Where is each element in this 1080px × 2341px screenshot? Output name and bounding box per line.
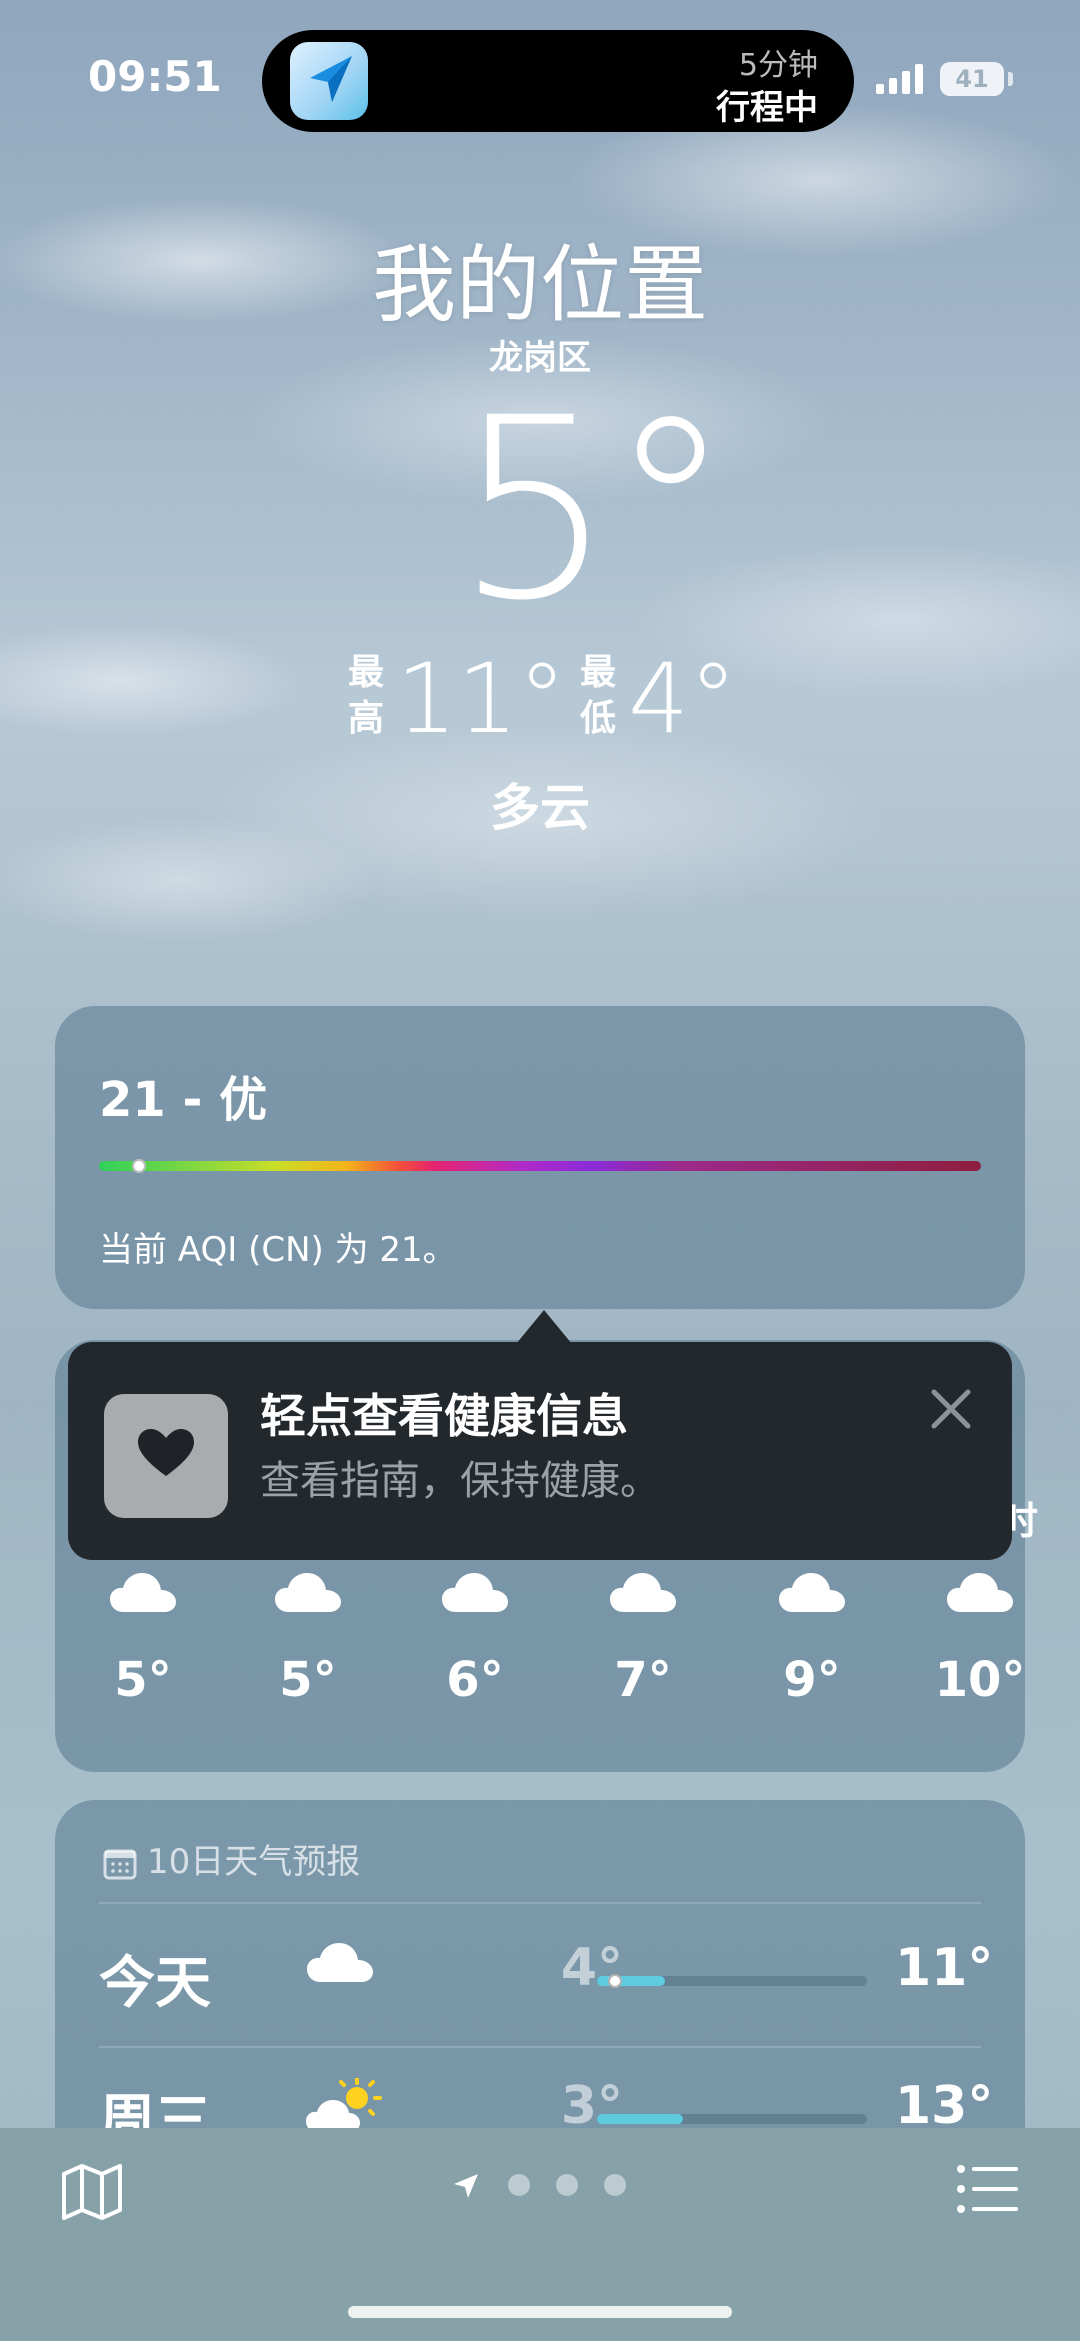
cloud-icon — [442, 1573, 508, 1612]
hourly-item: 5° — [83, 1570, 203, 1708]
navigation-app-icon — [290, 42, 368, 120]
dynamic-island[interactable]: 5分钟 行程中 — [262, 30, 854, 132]
bottom-toolbar — [0, 2128, 1080, 2341]
battery-tip — [1008, 72, 1013, 86]
heart-icon — [138, 1429, 194, 1476]
page-dot[interactable] — [556, 2174, 578, 2196]
hourly-temp: 7° — [614, 1652, 672, 1708]
cloud-icon — [610, 1573, 676, 1612]
current-temp-dot — [607, 1974, 622, 1988]
current-temperature: 5° — [455, 364, 733, 655]
status-time: 09:51 — [88, 52, 222, 101]
hourly-item: 9° — [752, 1570, 872, 1708]
day-icon-wrap — [305, 1940, 375, 1988]
cloud-icon — [307, 1943, 373, 1982]
day-name: 今天 — [99, 1951, 211, 2016]
map-icon[interactable] — [60, 2160, 124, 2224]
ten-day-header: 10日天气预报 — [103, 1834, 360, 1883]
hourly-temp: 9° — [783, 1652, 841, 1708]
day-high: 13° — [895, 2076, 994, 2136]
low-value: 4° — [628, 643, 738, 755]
cloud-icon — [779, 1573, 845, 1612]
battery-level: 41 — [955, 65, 989, 93]
hourly-temp: 10° — [934, 1652, 1026, 1708]
tooltip-title: 轻点查看健康信息 — [260, 1389, 628, 1443]
sun-cloud-icon — [306, 2077, 382, 2132]
cellular-signal-icon — [876, 64, 923, 94]
hourly-temp: 6° — [446, 1652, 504, 1708]
page-dot[interactable] — [604, 2174, 626, 2196]
tooltip-subtitle: 查看指南，保持健康。 — [260, 1458, 660, 1504]
high-label: 最高 — [348, 652, 385, 739]
ten-day-title: 10日天气预报 — [147, 1842, 361, 1882]
hourly-item: 10° — [920, 1570, 1040, 1708]
trip-eta: 5分钟 — [738, 48, 818, 83]
tooltip-arrow — [516, 1310, 572, 1344]
temp-range-bar — [597, 1974, 867, 1988]
list-icon[interactable] — [956, 2164, 1018, 2214]
day-low: 3° — [560, 2076, 623, 2136]
aqi-indicator-dot — [131, 1159, 146, 1173]
aqi-description: 当前 AQI (CN) 为 21。 — [99, 1230, 457, 1270]
calendar-icon — [103, 1849, 137, 1879]
hourly-item: 5° — [248, 1570, 368, 1708]
hourly-temp: 5° — [114, 1652, 172, 1708]
hourly-temp: 5° — [279, 1652, 337, 1708]
home-indicator[interactable] — [348, 2306, 732, 2318]
weather-condition: 多云 — [490, 779, 590, 837]
cloud-icon — [275, 1573, 341, 1612]
hourly-item: 6° — [415, 1570, 535, 1708]
aqi-value: 21 - 优 — [99, 1072, 268, 1128]
close-icon[interactable] — [928, 1386, 974, 1432]
health-tooltip[interactable]: 轻点查看健康信息 查看指南，保持健康。 — [68, 1342, 1012, 1560]
air-quality-card[interactable]: 21 - 优 当前 AQI (CN) 为 21。 — [55, 1006, 1025, 1309]
trip-status: 行程中 — [716, 88, 818, 128]
temp-range-fill — [597, 2114, 684, 2124]
hourly-item: 7° — [583, 1570, 703, 1708]
temp-range-bar — [597, 2114, 867, 2124]
cloud-icon — [110, 1573, 176, 1612]
cloud-icon — [947, 1573, 1013, 1612]
aqi-scale-gradient — [99, 1161, 981, 1171]
page-dot[interactable] — [508, 2174, 530, 2196]
location-title: 我的位置 — [371, 236, 708, 334]
divider — [99, 1902, 981, 1904]
health-app-icon — [104, 1394, 228, 1518]
location-arrow-icon[interactable] — [450, 2170, 482, 2202]
battery-icon: 41 — [940, 62, 1004, 96]
low-label: 最低 — [580, 652, 617, 739]
day-low: 4° — [560, 1938, 623, 1998]
high-value: 11° — [396, 643, 567, 755]
forecast-day-row[interactable]: 今天 4° 11° — [55, 1912, 1025, 2042]
day-high: 11° — [895, 1938, 994, 1998]
divider — [99, 2046, 981, 2048]
aqi-scale-bar — [99, 1159, 981, 1173]
